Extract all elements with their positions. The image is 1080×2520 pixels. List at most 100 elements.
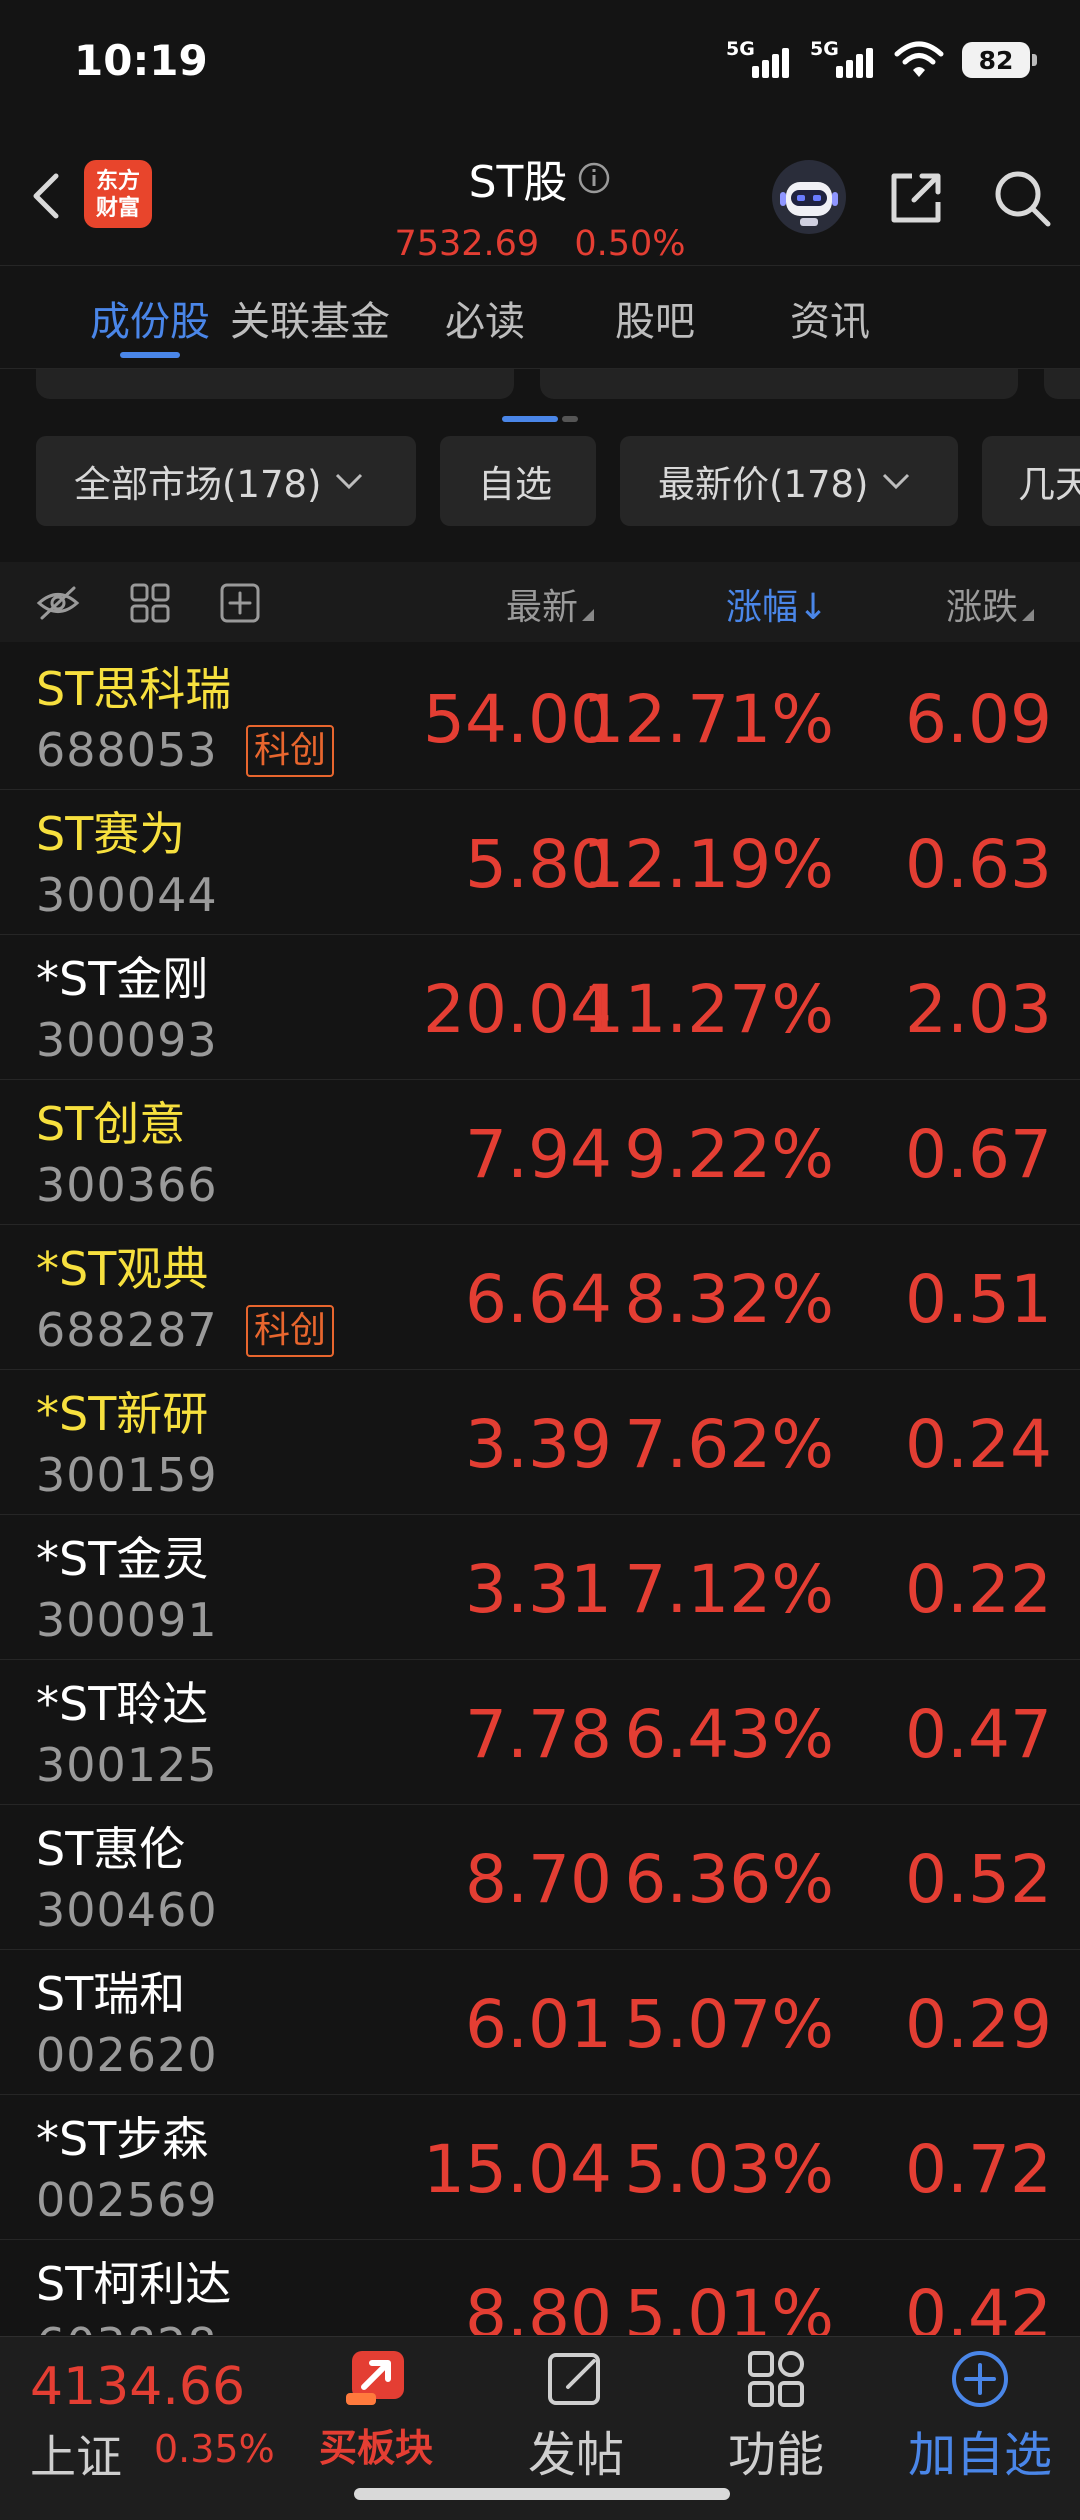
tab-must-read[interactable]: 必读 xyxy=(400,266,570,370)
days-filter-dropdown[interactable]: 几天 xyxy=(982,436,1080,526)
stock-name: ST瑞和 xyxy=(36,1967,186,2021)
home-indicator[interactable] xyxy=(354,2488,730,2500)
latest-price: 15.04 xyxy=(423,2131,612,2208)
stock-code: 688287 xyxy=(36,1303,218,1357)
add-watchlist-button[interactable]: 加自选 xyxy=(890,2347,1070,2485)
table-row[interactable]: *ST新研 300159 3.39 7.62% 0.24 xyxy=(0,1370,1080,1515)
tab-news[interactable]: 资讯 xyxy=(740,266,920,370)
change-amount: 0.24 xyxy=(905,1406,1052,1483)
carousel-card[interactable] xyxy=(36,369,514,399)
stock-name: *ST步森 xyxy=(36,2112,209,2166)
change-percent: 6.43% xyxy=(624,1696,834,1773)
table-row[interactable]: ST思科瑞 688053 科创 54.00 12.71% 6.09 xyxy=(0,645,1080,790)
tab-stock-forum[interactable]: 股吧 xyxy=(570,266,740,370)
latest-price: 3.39 xyxy=(465,1406,612,1483)
post-button[interactable]: 发帖 xyxy=(486,2347,666,2485)
change-percent: 11.27% xyxy=(582,971,834,1048)
cellular-signal-icon: 5G xyxy=(810,38,876,80)
change-percent: 12.19% xyxy=(582,826,834,903)
latest-price: 3.31 xyxy=(465,1551,612,1628)
market-filter-dropdown[interactable]: 全部市场(178) xyxy=(36,436,416,526)
buy-sector-button[interactable]: 买板块 xyxy=(286,2347,466,2472)
table-row[interactable]: ST瑞和 002620 6.01 5.07% 0.29 xyxy=(0,1950,1080,2095)
change-percent: 12.71% xyxy=(582,681,834,758)
change-amount: 0.67 xyxy=(905,1116,1052,1193)
add-column-icon[interactable] xyxy=(218,582,262,624)
functions-button[interactable]: 功能 xyxy=(686,2347,866,2485)
stock-code: 300091 xyxy=(36,1593,218,1647)
change-percent: 6.36% xyxy=(624,1841,834,1918)
share-icon[interactable] xyxy=(884,166,948,230)
latest-price: 6.01 xyxy=(465,1986,612,2063)
wifi-icon xyxy=(894,41,944,77)
column-change[interactable]: 涨跌 xyxy=(946,578,1035,630)
stock-name: ST赛为 xyxy=(36,807,186,861)
index-name: 上证 xyxy=(30,2430,122,2484)
stock-name: *ST观典 xyxy=(36,1242,209,1296)
column-header: 最新 涨幅↓ 涨跌 xyxy=(0,562,1080,642)
star-market-badge: 科创 xyxy=(246,1305,335,1357)
change-amount: 2.03 xyxy=(905,971,1052,1048)
filter-bar: 全部市场(178) 自选 最新价(178) 几天 xyxy=(0,436,1080,528)
stock-list: ST思科瑞 688053 科创 54.00 12.71% 6.09 ST赛为 3… xyxy=(0,645,1080,2335)
stock-code: 300125 xyxy=(36,1738,218,1792)
table-row[interactable]: *ST步森 002569 15.04 5.03% 0.72 xyxy=(0,2095,1080,2240)
add-circle-icon xyxy=(952,2351,1008,2407)
status-bar: 10:19 5G 5G 82 xyxy=(0,0,1080,130)
table-row[interactable]: *ST金灵 300091 3.31 7.12% 0.22 xyxy=(0,1515,1080,1660)
stock-name: ST思科瑞 xyxy=(36,662,232,716)
table-row[interactable]: ST赛为 300044 5.80 12.19% 0.63 xyxy=(0,790,1080,935)
tab-related-funds[interactable]: 关联基金 xyxy=(220,266,400,370)
search-icon[interactable] xyxy=(990,166,1054,230)
stock-name: ST创意 xyxy=(36,1097,186,1151)
carousel-indicator xyxy=(502,416,578,422)
change-percent: 9.22% xyxy=(624,1116,834,1193)
tab-bar: 成份股 关联基金 必读 股吧 资讯 xyxy=(0,265,1080,369)
info-icon[interactable] xyxy=(577,161,611,195)
change-amount: 0.52 xyxy=(905,1841,1052,1918)
column-latest[interactable]: 最新 xyxy=(506,578,595,630)
table-row[interactable]: ST惠伦 300460 8.70 6.36% 0.52 xyxy=(0,1805,1080,1950)
page-title: ST股 xyxy=(468,157,568,208)
cellular-signal-icon: 5G xyxy=(726,38,792,80)
stock-code: 300366 xyxy=(36,1158,218,1212)
star-market-badge: 科创 xyxy=(246,725,335,777)
watchlist-filter-button[interactable]: 自选 xyxy=(440,436,596,526)
change-amount: 0.47 xyxy=(905,1696,1052,1773)
stock-code: 300093 xyxy=(36,1013,218,1067)
column-change-pct[interactable]: 涨幅↓ xyxy=(726,578,828,630)
change-amount: 0.42 xyxy=(905,2276,1052,2335)
stock-code: 300044 xyxy=(36,868,218,922)
change-percent: 5.07% xyxy=(624,1986,834,2063)
change-percent: 5.01% xyxy=(624,2276,834,2335)
table-row[interactable]: ST柯利达 603828 8.80 5.01% 0.42 xyxy=(0,2240,1080,2335)
battery-icon: 82 xyxy=(962,42,1037,78)
latest-price: 8.80 xyxy=(465,2276,612,2335)
price-filter-dropdown[interactable]: 最新价(178) xyxy=(620,436,958,526)
change-amount: 0.29 xyxy=(905,1986,1052,2063)
buy-sector-icon xyxy=(346,2351,404,2405)
stock-code: 603828 xyxy=(36,2318,218,2335)
latest-price: 8.70 xyxy=(465,1841,612,1918)
change-amount: 0.63 xyxy=(905,826,1052,903)
change-amount: 0.51 xyxy=(905,1261,1052,1338)
stock-name: *ST金灵 xyxy=(36,1532,209,1586)
table-row[interactable]: *ST金刚 300093 20.04 11.27% 2.03 xyxy=(0,935,1080,1080)
table-row[interactable]: *ST聆达 300125 7.78 6.43% 0.47 xyxy=(0,1660,1080,1805)
header: 东方 财富 ST股 7532.69 0.50% xyxy=(0,130,1080,265)
hide-eye-icon[interactable] xyxy=(36,582,80,624)
change-amount: 6.09 xyxy=(905,681,1052,758)
chevron-down-icon xyxy=(882,473,909,490)
carousel-card[interactable] xyxy=(540,369,1018,399)
latest-price: 6.64 xyxy=(465,1261,612,1338)
grid-view-icon[interactable] xyxy=(128,582,172,624)
latest-price: 7.94 xyxy=(465,1116,612,1193)
change-amount: 0.72 xyxy=(905,2131,1052,2208)
table-row[interactable]: ST创意 300366 7.94 9.22% 0.67 xyxy=(0,1080,1080,1225)
carousel-card[interactable] xyxy=(1044,369,1080,399)
change-percent: 5.03% xyxy=(624,2131,834,2208)
change-percent: 7.12% xyxy=(624,1551,834,1628)
table-row[interactable]: *ST观典 688287 科创 6.64 8.32% 0.51 xyxy=(0,1225,1080,1370)
stock-code: 002569 xyxy=(36,2173,218,2227)
assistant-robot-icon[interactable] xyxy=(770,158,848,236)
